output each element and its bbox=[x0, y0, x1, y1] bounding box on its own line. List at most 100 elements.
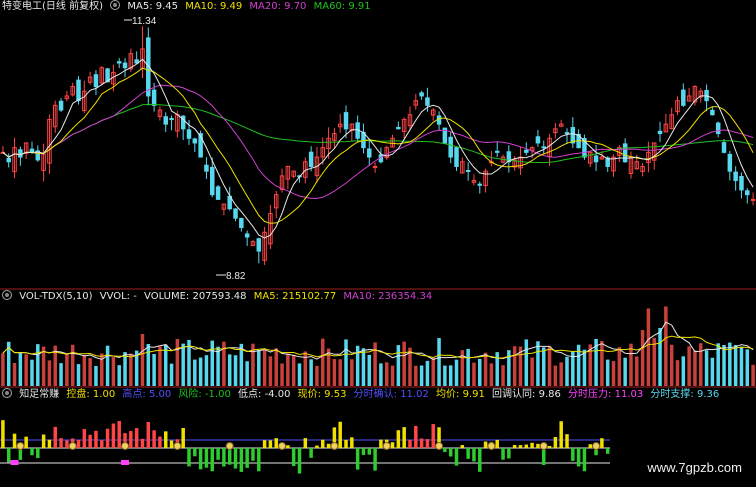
indicator-bar bbox=[181, 427, 185, 448]
ma10-value: MA10: 9.49 bbox=[185, 1, 243, 12]
volume-ma10-line bbox=[2, 335, 754, 359]
indicator-bar bbox=[315, 445, 319, 448]
volume-bar bbox=[751, 364, 755, 386]
indicator-bar bbox=[1, 420, 5, 448]
volume-bar bbox=[384, 362, 389, 386]
indicator-bar bbox=[501, 448, 505, 460]
candle-body bbox=[564, 132, 570, 135]
candle-body bbox=[308, 151, 314, 167]
candle-body bbox=[244, 233, 250, 238]
ma5-value: MA5: 9.45 bbox=[127, 1, 179, 12]
volume-bar bbox=[710, 357, 715, 386]
candle-body bbox=[210, 166, 215, 196]
indicator-bar bbox=[100, 440, 104, 448]
indicator-bar bbox=[466, 448, 470, 459]
volume-bar bbox=[553, 365, 558, 386]
indicator-bar bbox=[495, 439, 499, 448]
volume-bar bbox=[512, 346, 517, 386]
indicator-bar bbox=[559, 421, 563, 448]
indicator-bar bbox=[163, 431, 168, 448]
candle-body bbox=[745, 190, 750, 196]
volume-bar bbox=[338, 359, 342, 386]
indicator-bar bbox=[454, 448, 459, 466]
indicator-bar bbox=[262, 440, 267, 448]
indicator-bar bbox=[414, 425, 418, 448]
volume-ma5-line bbox=[2, 321, 754, 361]
volume-bar bbox=[193, 359, 197, 386]
volume-bar bbox=[227, 354, 232, 386]
volume-bar bbox=[198, 357, 203, 386]
indicator-bar bbox=[222, 448, 226, 467]
candle-body bbox=[739, 176, 744, 191]
volume-bar bbox=[152, 353, 156, 386]
settings-circle-icon[interactable] bbox=[110, 0, 121, 10]
volume-bar bbox=[82, 354, 87, 386]
indicator-bar bbox=[600, 438, 604, 448]
indicator-bar bbox=[396, 430, 401, 448]
volume-bar bbox=[233, 355, 238, 386]
candle-body bbox=[425, 97, 430, 106]
volume-bar bbox=[489, 363, 494, 386]
candle-body bbox=[76, 79, 81, 102]
indicator-bar bbox=[472, 448, 476, 462]
volume-bar bbox=[216, 346, 220, 386]
indicator-bar bbox=[111, 423, 116, 448]
volume-bar bbox=[245, 361, 249, 386]
volume-bar bbox=[565, 356, 569, 386]
indicator-bar bbox=[245, 448, 249, 468]
volume-bar bbox=[664, 306, 668, 386]
volume-settings-circle-icon[interactable] bbox=[2, 290, 12, 300]
volume-bar bbox=[297, 363, 302, 386]
high-price-label: 11.34 bbox=[132, 16, 157, 27]
indicator-bar bbox=[297, 448, 302, 474]
main-chart-header: 特变电工(日线 前复权) MA5: 9.45 MA10: 9.49 MA20: … bbox=[2, 0, 375, 14]
volume-bar bbox=[321, 338, 325, 386]
indicator-bar bbox=[402, 427, 406, 448]
volume-bar bbox=[419, 365, 424, 386]
xianjia-value: 现价: 9.53 bbox=[297, 389, 347, 400]
candle-body bbox=[169, 118, 174, 121]
indicator-bar bbox=[36, 448, 40, 459]
indicator-bar bbox=[210, 448, 215, 472]
indicator-bar bbox=[303, 438, 308, 448]
volume-bar bbox=[286, 353, 290, 386]
indicator-settings-circle-icon[interactable] bbox=[2, 388, 12, 398]
volume-bar bbox=[611, 361, 616, 386]
indicator-bar bbox=[443, 448, 447, 453]
volume-bar bbox=[257, 349, 261, 386]
indicator-bar bbox=[460, 445, 465, 448]
candle-body bbox=[541, 146, 546, 149]
indicator-bar bbox=[571, 448, 575, 461]
volume-bar bbox=[36, 344, 40, 386]
indicator-bar bbox=[152, 430, 156, 448]
indicator-bar bbox=[24, 436, 28, 448]
indicator-low-marker bbox=[121, 460, 130, 465]
volume-bar bbox=[443, 365, 447, 386]
indicator-bar bbox=[30, 448, 34, 456]
candle-body bbox=[204, 164, 209, 172]
indicator-bar bbox=[448, 448, 453, 457]
volume-bar bbox=[530, 357, 534, 386]
indicator-bar bbox=[553, 436, 558, 448]
volume-bar bbox=[204, 355, 209, 386]
watermark: www.7gpzb.com bbox=[643, 458, 746, 477]
indicator-name: 知足常赚 bbox=[19, 389, 60, 400]
volume-bar bbox=[478, 358, 482, 386]
candle-body bbox=[681, 89, 686, 106]
volume-bar bbox=[402, 341, 406, 386]
indicator-bar bbox=[12, 433, 17, 448]
volume-bar bbox=[94, 365, 98, 386]
fengxian-value: 风险: -1.00 bbox=[178, 389, 231, 400]
candle-body bbox=[436, 115, 442, 125]
candle-body bbox=[494, 150, 500, 153]
candle-body bbox=[192, 138, 198, 144]
indicator-bar bbox=[326, 443, 331, 448]
indicator-bar bbox=[518, 445, 523, 448]
candle-body bbox=[367, 148, 372, 158]
volume-bar bbox=[745, 349, 750, 386]
volume-bar bbox=[541, 347, 546, 386]
indicator-bar bbox=[227, 448, 232, 465]
volume-bar bbox=[547, 346, 552, 386]
volume-bar bbox=[722, 344, 726, 386]
candle-body bbox=[477, 183, 483, 186]
